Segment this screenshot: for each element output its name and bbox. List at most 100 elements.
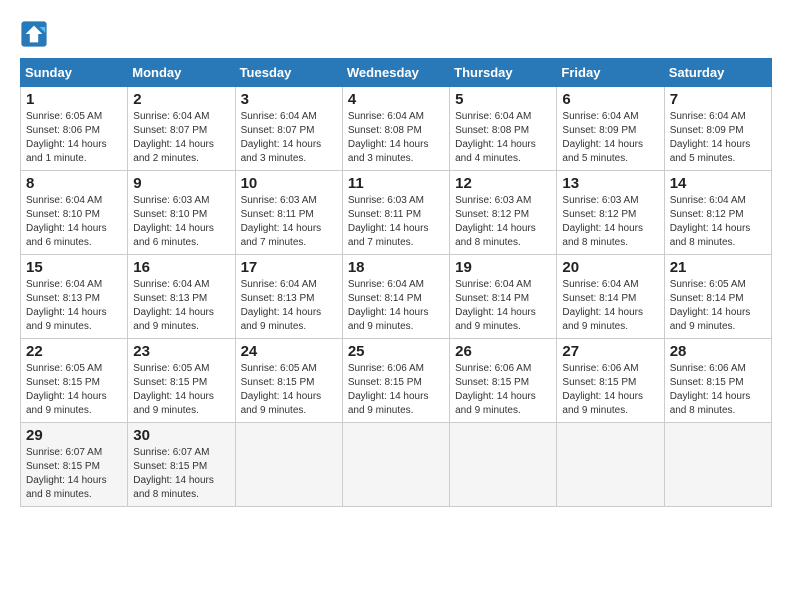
day-number: 26 [455,343,551,360]
calendar-table: SundayMondayTuesdayWednesdayThursdayFrid… [20,58,772,507]
calendar-cell: 20 Sunrise: 6:04 AMSunset: 8:14 PMDaylig… [557,255,664,339]
calendar-week-4: 22 Sunrise: 6:05 AMSunset: 8:15 PMDaylig… [21,339,772,423]
day-number: 6 [562,91,658,108]
day-info: Sunrise: 6:06 AMSunset: 8:15 PMDaylight:… [670,362,766,418]
calendar-cell: 3 Sunrise: 6:04 AMSunset: 8:07 PMDayligh… [235,87,342,171]
header-tuesday: Tuesday [235,59,342,87]
calendar-cell: 29 Sunrise: 6:07 AMSunset: 8:15 PMDaylig… [21,423,128,507]
day-number: 30 [133,427,229,444]
header-friday: Friday [557,59,664,87]
day-number: 5 [455,91,551,108]
calendar-cell: 28 Sunrise: 6:06 AMSunset: 8:15 PMDaylig… [664,339,771,423]
calendar-cell: 8 Sunrise: 6:04 AMSunset: 8:10 PMDayligh… [21,171,128,255]
day-info: Sunrise: 6:04 AMSunset: 8:09 PMDaylight:… [670,110,766,166]
day-number: 28 [670,343,766,360]
day-number: 12 [455,175,551,192]
day-number: 24 [241,343,337,360]
day-number: 1 [26,91,122,108]
logo-icon [20,20,48,48]
day-info: Sunrise: 6:05 AMSunset: 8:14 PMDaylight:… [670,278,766,334]
day-number: 21 [670,259,766,276]
day-info: Sunrise: 6:05 AMSunset: 8:06 PMDaylight:… [26,110,122,166]
day-number: 17 [241,259,337,276]
day-info: Sunrise: 6:04 AMSunset: 8:12 PMDaylight:… [670,194,766,250]
calendar-cell: 10 Sunrise: 6:03 AMSunset: 8:11 PMDaylig… [235,171,342,255]
header-sunday: Sunday [21,59,128,87]
day-number: 27 [562,343,658,360]
day-info: Sunrise: 6:04 AMSunset: 8:07 PMDaylight:… [241,110,337,166]
day-info: Sunrise: 6:04 AMSunset: 8:14 PMDaylight:… [348,278,444,334]
day-number: 22 [26,343,122,360]
day-info: Sunrise: 6:03 AMSunset: 8:11 PMDaylight:… [348,194,444,250]
day-number: 16 [133,259,229,276]
day-info: Sunrise: 6:04 AMSunset: 8:13 PMDaylight:… [26,278,122,334]
calendar-cell: 18 Sunrise: 6:04 AMSunset: 8:14 PMDaylig… [342,255,449,339]
calendar-cell: 24 Sunrise: 6:05 AMSunset: 8:15 PMDaylig… [235,339,342,423]
day-info: Sunrise: 6:05 AMSunset: 8:15 PMDaylight:… [241,362,337,418]
day-number: 14 [670,175,766,192]
calendar-cell: 25 Sunrise: 6:06 AMSunset: 8:15 PMDaylig… [342,339,449,423]
day-info: Sunrise: 6:04 AMSunset: 8:07 PMDaylight:… [133,110,229,166]
calendar-cell: 22 Sunrise: 6:05 AMSunset: 8:15 PMDaylig… [21,339,128,423]
day-number: 10 [241,175,337,192]
day-info: Sunrise: 6:03 AMSunset: 8:12 PMDaylight:… [562,194,658,250]
header-wednesday: Wednesday [342,59,449,87]
header-thursday: Thursday [450,59,557,87]
day-info: Sunrise: 6:05 AMSunset: 8:15 PMDaylight:… [26,362,122,418]
calendar-cell: 1 Sunrise: 6:05 AMSunset: 8:06 PMDayligh… [21,87,128,171]
day-info: Sunrise: 6:03 AMSunset: 8:10 PMDaylight:… [133,194,229,250]
day-number: 18 [348,259,444,276]
day-number: 11 [348,175,444,192]
day-info: Sunrise: 6:04 AMSunset: 8:08 PMDaylight:… [348,110,444,166]
calendar-cell: 15 Sunrise: 6:04 AMSunset: 8:13 PMDaylig… [21,255,128,339]
logo [20,20,52,48]
day-info: Sunrise: 6:04 AMSunset: 8:14 PMDaylight:… [455,278,551,334]
day-number: 15 [26,259,122,276]
calendar-cell: 12 Sunrise: 6:03 AMSunset: 8:12 PMDaylig… [450,171,557,255]
calendar-cell: 16 Sunrise: 6:04 AMSunset: 8:13 PMDaylig… [128,255,235,339]
calendar-cell [235,423,342,507]
calendar-cell: 7 Sunrise: 6:04 AMSunset: 8:09 PMDayligh… [664,87,771,171]
day-info: Sunrise: 6:06 AMSunset: 8:15 PMDaylight:… [455,362,551,418]
calendar-cell: 23 Sunrise: 6:05 AMSunset: 8:15 PMDaylig… [128,339,235,423]
day-info: Sunrise: 6:04 AMSunset: 8:09 PMDaylight:… [562,110,658,166]
header-saturday: Saturday [664,59,771,87]
day-number: 13 [562,175,658,192]
day-info: Sunrise: 6:06 AMSunset: 8:15 PMDaylight:… [562,362,658,418]
calendar-cell: 13 Sunrise: 6:03 AMSunset: 8:12 PMDaylig… [557,171,664,255]
day-number: 9 [133,175,229,192]
day-info: Sunrise: 6:03 AMSunset: 8:12 PMDaylight:… [455,194,551,250]
calendar-cell: 2 Sunrise: 6:04 AMSunset: 8:07 PMDayligh… [128,87,235,171]
calendar-cell: 19 Sunrise: 6:04 AMSunset: 8:14 PMDaylig… [450,255,557,339]
day-number: 29 [26,427,122,444]
day-info: Sunrise: 6:05 AMSunset: 8:15 PMDaylight:… [133,362,229,418]
calendar-cell: 6 Sunrise: 6:04 AMSunset: 8:09 PMDayligh… [557,87,664,171]
day-info: Sunrise: 6:04 AMSunset: 8:13 PMDaylight:… [241,278,337,334]
day-number: 19 [455,259,551,276]
day-info: Sunrise: 6:04 AMSunset: 8:10 PMDaylight:… [26,194,122,250]
calendar-cell: 4 Sunrise: 6:04 AMSunset: 8:08 PMDayligh… [342,87,449,171]
calendar-cell [664,423,771,507]
day-info: Sunrise: 6:06 AMSunset: 8:15 PMDaylight:… [348,362,444,418]
calendar-cell [342,423,449,507]
calendar-cell: 26 Sunrise: 6:06 AMSunset: 8:15 PMDaylig… [450,339,557,423]
day-info: Sunrise: 6:03 AMSunset: 8:11 PMDaylight:… [241,194,337,250]
calendar-cell: 17 Sunrise: 6:04 AMSunset: 8:13 PMDaylig… [235,255,342,339]
day-number: 20 [562,259,658,276]
calendar-cell [450,423,557,507]
day-info: Sunrise: 6:04 AMSunset: 8:14 PMDaylight:… [562,278,658,334]
calendar-cell: 9 Sunrise: 6:03 AMSunset: 8:10 PMDayligh… [128,171,235,255]
day-number: 2 [133,91,229,108]
day-number: 8 [26,175,122,192]
calendar-week-5: 29 Sunrise: 6:07 AMSunset: 8:15 PMDaylig… [21,423,772,507]
day-info: Sunrise: 6:07 AMSunset: 8:15 PMDaylight:… [133,446,229,502]
calendar-cell: 27 Sunrise: 6:06 AMSunset: 8:15 PMDaylig… [557,339,664,423]
day-number: 3 [241,91,337,108]
day-info: Sunrise: 6:04 AMSunset: 8:08 PMDaylight:… [455,110,551,166]
calendar-cell [557,423,664,507]
calendar-week-2: 8 Sunrise: 6:04 AMSunset: 8:10 PMDayligh… [21,171,772,255]
calendar-week-3: 15 Sunrise: 6:04 AMSunset: 8:13 PMDaylig… [21,255,772,339]
day-number: 25 [348,343,444,360]
calendar-cell: 21 Sunrise: 6:05 AMSunset: 8:14 PMDaylig… [664,255,771,339]
day-info: Sunrise: 6:04 AMSunset: 8:13 PMDaylight:… [133,278,229,334]
